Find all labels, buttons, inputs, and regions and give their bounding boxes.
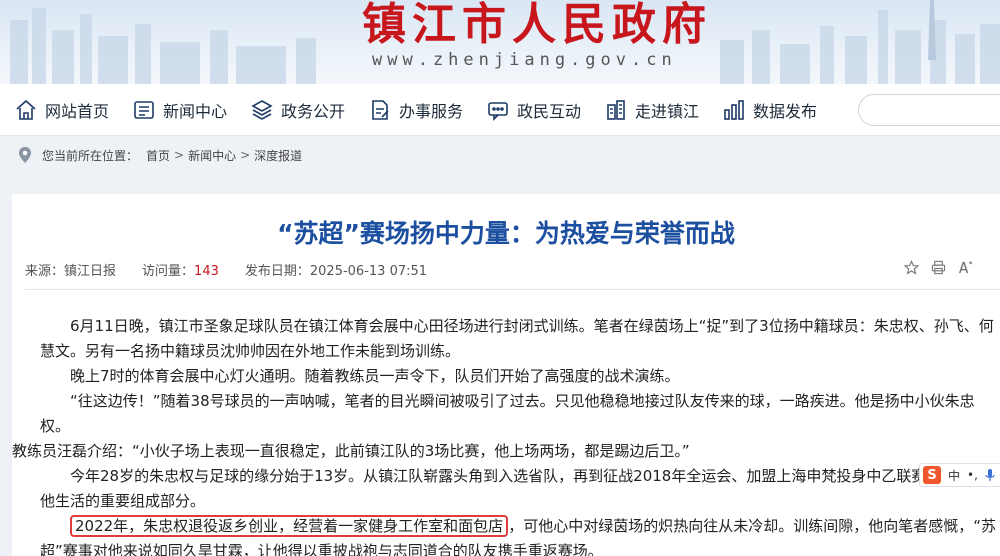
building-icon [607,100,625,120]
nav-item-interaction[interactable]: 政民互动 [486,84,581,136]
paragraph: 教练员汪磊介绍：“小伙子场上表现一直很稳定，此前镇江队的3场比赛，他上场两场，都… [12,442,690,460]
main-nav: 网站首页 新闻中心 政务公开 办事服务 政民互动 走进镇江 数据发布 [0,84,1000,136]
paragraph: 2022年，朱忠权退役返乡创业，经营着一家健身工作室和面包店 ，可他心中对绿茵场的… [40,514,1000,556]
breadcrumb-current[interactable]: 深度报道 [254,147,302,164]
print-icon[interactable] [931,260,946,275]
nav-item-about[interactable]: 走进镇江 [604,84,699,136]
bar-chart-icon [724,100,744,120]
chat-icon [488,102,508,121]
font-size-icon[interactable] [958,260,973,275]
source-label: 来源： [25,264,65,279]
paragraph: 今年28岁的朱忠权与足球的缘分始于13岁。从镇江队崭露头角到入选省队，再到征战2… [40,464,1000,514]
meta-divider [25,289,1000,290]
article-card: “苏超”赛场扬中力量：为热爱与荣誉而战 来源：镇江日报 访问量：143 发布日期… [12,194,1000,556]
breadcrumb-home[interactable]: 首页 [146,147,170,164]
microphone-icon[interactable] [985,468,995,482]
site-title: 镇江市人民政府 [362,0,712,50]
newspaper-icon [134,101,154,119]
breadcrumb-prefix: 您当前所在位置： [42,148,139,163]
paragraph: 晚上7时的体育会展中心灯火通明。随着教练员一声令下，队员们开始了高强度的战术演练… [70,367,680,385]
layers-icon [251,100,273,120]
location-pin-icon [19,147,31,163]
header-banner: 镇江市人民政府 www.zhenjiang.gov.cn [0,0,1000,84]
ime-punctuation[interactable]: •, [967,468,978,482]
breadcrumb-separator: > [174,148,185,162]
breadcrumb-separator: > [240,148,251,162]
site-url: www.zhenjiang.gov.cn [372,50,677,70]
breadcrumb-news[interactable]: 新闻中心 [188,147,236,164]
ime-language[interactable]: 中 [948,467,960,484]
nav-label: 数据发布 [753,102,818,121]
highlighted-sentence: 2022年，朱忠权退役返乡创业，经营着一家健身工作室和面包店 [70,515,509,537]
paragraph: 6月11日晚，镇江市圣象足球队员在镇江体育会展中心田径场进行封闭式训练。笔者在绿… [40,317,994,360]
date-label: 发布日期： [244,264,310,279]
paragraph-text: 今年28岁的朱忠权与足球的缘分始于13岁。从镇江队崭露头角到入选省队，再到征战2… [40,467,987,510]
nav-item-home[interactable]: 网站首页 [14,84,109,136]
views-label: 访问量： [142,264,195,279]
article-tools [904,260,973,275]
document-edit-icon [372,100,389,120]
article-body: 6月11日晚，镇江市圣象足球队员在镇江体育会展中心田径场进行封闭式训练。笔者在绿… [12,314,1000,556]
ime-toolbar[interactable]: S 中 •, [919,463,1000,487]
nav-item-data[interactable]: 数据发布 [722,84,817,136]
home-icon [16,99,36,120]
nav-label: 网站首页 [45,102,110,121]
nav-label: 新闻中心 [163,102,228,121]
source-value: 镇江日报 [64,264,117,279]
nav-label: 走进镇江 [635,102,700,121]
sogou-logo-icon[interactable]: S [923,466,941,484]
nav-item-gov-affairs[interactable]: 政务公开 [250,84,345,136]
paragraph: “往这边传！”随着38号球员的一声呐喊，笔者的目光瞬间被吸引了过去。只见他稳稳地… [40,392,975,435]
article-title: “苏超”赛场扬中力量：为热爱与荣誉而战 [277,219,735,248]
article-meta: 来源：镇江日报 访问量：143 发布日期：2025-06-13 07:51 [25,260,453,279]
star-icon[interactable] [904,260,919,275]
search-input[interactable] [858,94,1000,126]
nav-label: 政务公开 [281,102,346,121]
views-count: 143 [194,264,219,279]
nav-item-news[interactable]: 新闻中心 [132,84,227,136]
nav-label: 政民互动 [517,102,582,121]
publish-date: 2025-06-13 07:51 [309,264,428,279]
breadcrumb: 您当前所在位置： 首页 > 新闻中心 > 深度报道 [0,137,1000,173]
nav-item-services[interactable]: 办事服务 [368,84,463,136]
nav-label: 办事服务 [399,102,464,121]
